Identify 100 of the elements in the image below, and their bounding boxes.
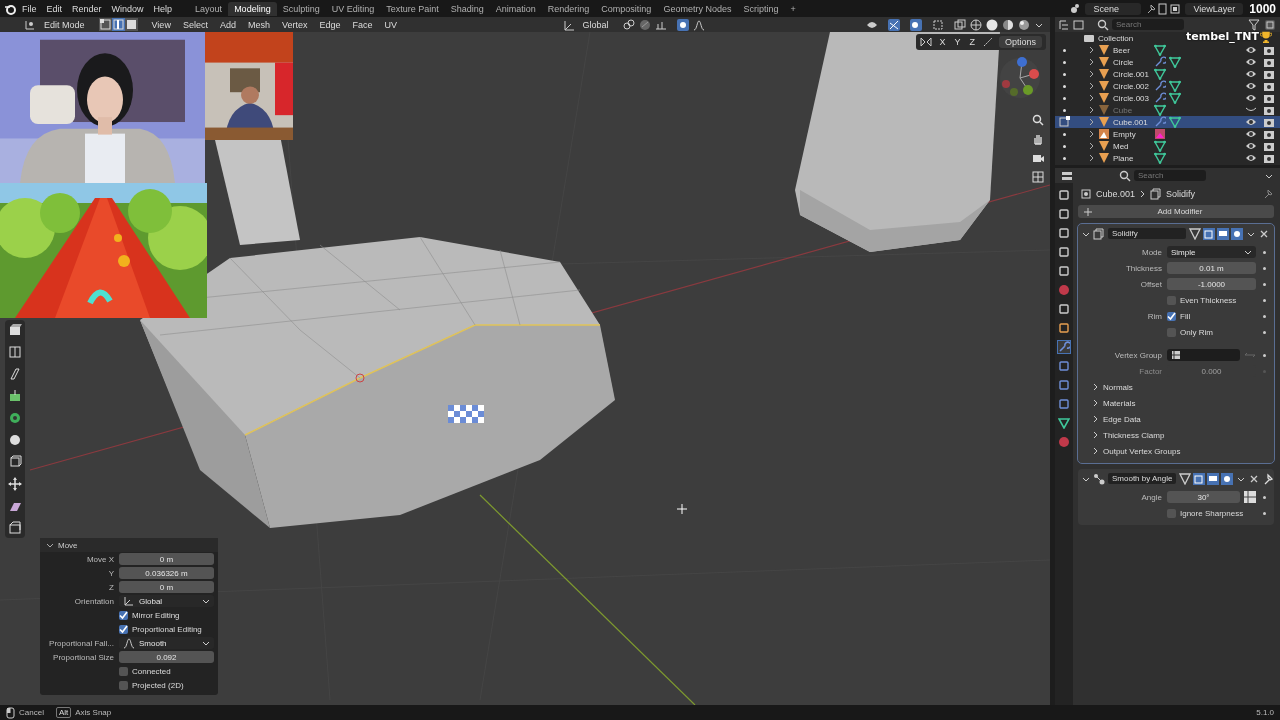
keyframe-dot[interactable]: [1263, 266, 1266, 270]
checkbox[interactable]: [119, 610, 128, 620]
outliner-row[interactable]: Circle.003: [1055, 92, 1280, 104]
mode-dropdown[interactable]: Edit Mode: [40, 19, 89, 30]
camera-render-icon[interactable]: [1263, 104, 1275, 116]
outliner-row[interactable]: Plane: [1055, 152, 1280, 164]
mesh-data-icon[interactable]: [1154, 68, 1166, 80]
collapsed-section[interactable]: Output Vertex Groups: [1082, 443, 1270, 459]
mesh-data-icon[interactable]: [1169, 92, 1181, 104]
grid-icon[interactable]: [1032, 171, 1044, 183]
visibility-dot[interactable]: [1063, 84, 1066, 88]
keyframe-dot[interactable]: [1263, 511, 1266, 515]
wireframe-shading-icon[interactable]: [970, 18, 982, 31]
search-field[interactable]: Search: [1134, 170, 1206, 181]
workspace-tab[interactable]: Layout: [189, 1, 229, 16]
eye-icon[interactable]: [1245, 56, 1257, 68]
camera-icon[interactable]: [1032, 152, 1044, 164]
sphere-icon[interactable]: [8, 433, 22, 447]
loop-cut-icon[interactable]: [8, 345, 22, 359]
object-name[interactable]: Cube.001: [1113, 117, 1151, 127]
workspace-tab[interactable]: Scripting: [737, 1, 785, 16]
visibility-dot[interactable]: [1063, 132, 1066, 136]
add-modifier-button[interactable]: Add Modifier: [1078, 205, 1274, 218]
material-shading-icon[interactable]: [1002, 18, 1014, 31]
visibility-dot[interactable]: [1063, 72, 1066, 76]
search-field[interactable]: Search: [1112, 19, 1184, 30]
close-icon[interactable]: [1259, 228, 1269, 239]
viewport-display-icon[interactable]: [1207, 472, 1220, 485]
menu-item[interactable]: Vertex: [277, 19, 312, 30]
menu-item[interactable]: View: [147, 19, 175, 30]
visibility-dot[interactable]: [1063, 60, 1066, 64]
vertex-group-field[interactable]: [1167, 349, 1240, 361]
new-document-icon[interactable]: [1157, 2, 1170, 15]
edit-mode-toggle-icon[interactable]: [1203, 227, 1215, 240]
outliner-row[interactable]: Beer: [1055, 44, 1280, 56]
hand-icon[interactable]: [1032, 133, 1044, 145]
workspace-tab[interactable]: UV Editing: [325, 1, 381, 16]
editor-type-icon[interactable]: [1061, 169, 1075, 182]
menu-item[interactable]: UV: [380, 19, 401, 30]
camera-render-icon[interactable]: [1263, 68, 1275, 80]
edited-mesh-drawing[interactable]: [140, 236, 615, 528]
object-name[interactable]: Circle.001: [1113, 69, 1151, 79]
mesh-data-icon[interactable]: [1154, 104, 1166, 116]
knife-icon[interactable]: [8, 367, 22, 381]
filter-view-icon[interactable]: [1073, 18, 1085, 31]
checkbox[interactable]: [119, 680, 128, 690]
menu-item[interactable]: Face: [348, 19, 377, 30]
wrench-icon[interactable]: [1154, 80, 1166, 92]
workspace-tab[interactable]: Sculpting: [276, 1, 326, 16]
workspace-tab[interactable]: Shading: [444, 1, 490, 16]
link-icon[interactable]: [622, 18, 635, 31]
keyframe-dot[interactable]: [1263, 250, 1266, 254]
visibility-dot[interactable]: [1063, 48, 1066, 52]
collection-label[interactable]: Collection: [1098, 33, 1136, 43]
edit-mode-icon[interactable]: [1059, 116, 1071, 128]
number-field[interactable]: 0 m: [119, 553, 214, 565]
camera-render-icon[interactable]: [1263, 140, 1275, 152]
wrench-icon[interactable]: [1058, 341, 1070, 353]
collapsed-section[interactable]: Normals: [1082, 379, 1270, 395]
collapsed-section[interactable]: Thickness Clamp: [1082, 427, 1270, 443]
render-toggle-icon[interactable]: [1221, 472, 1234, 485]
scene-field[interactable]: Scene: [1085, 2, 1142, 15]
eye-icon[interactable]: [1245, 80, 1257, 92]
camera-render-icon[interactable]: [1263, 92, 1275, 104]
object-name[interactable]: Plane: [1113, 153, 1151, 163]
edit-cage-icon[interactable]: [1189, 227, 1201, 240]
close-icon[interactable]: [1249, 473, 1260, 484]
mesh-data-icon[interactable]: [1169, 56, 1181, 68]
checkbox[interactable]: [1167, 327, 1176, 337]
object-name[interactable]: Circle.002: [1113, 81, 1151, 91]
wrench-icon[interactable]: [1154, 92, 1166, 104]
visibility-dot[interactable]: [1063, 144, 1066, 148]
move-arrows-icon[interactable]: [8, 477, 22, 491]
keyframe-dot[interactable]: [1263, 298, 1266, 302]
object-name[interactable]: Circle.003: [1113, 93, 1151, 103]
material-icon[interactable]: [1058, 436, 1070, 448]
object-name[interactable]: Beer: [1113, 45, 1151, 55]
vertex-select-button[interactable]: [98, 18, 112, 31]
modifier-name-field[interactable]: Smooth by Angle: [1108, 473, 1177, 484]
mesh-data-icon[interactable]: [1058, 417, 1070, 429]
xray-icon[interactable]: [954, 18, 966, 31]
mesh-data-icon[interactable]: [1169, 80, 1181, 92]
eye-icon[interactable]: [1245, 44, 1257, 56]
menu-item[interactable]: Render: [67, 3, 107, 14]
outliner-row[interactable]: Circle.002: [1055, 80, 1280, 92]
keyframe-dot[interactable]: [1263, 495, 1266, 499]
keyframe-dot[interactable]: [1263, 330, 1266, 334]
breadcrumb-item[interactable]: Solidify: [1166, 189, 1196, 199]
eye-icon[interactable]: [1245, 152, 1257, 164]
transform-pivot-icon[interactable]: [24, 18, 36, 31]
workspace-tab[interactable]: Compositing: [595, 1, 658, 16]
mirror-icon[interactable]: [920, 36, 933, 48]
number-field[interactable]: -1.0000: [1167, 278, 1256, 290]
mesh-data-icon[interactable]: [1154, 140, 1166, 152]
modifier-name-field[interactable]: Solidify: [1108, 228, 1186, 239]
add-workspace-button[interactable]: +: [784, 1, 802, 16]
checkbox[interactable]: [1167, 508, 1176, 518]
eye-icon[interactable]: [1245, 92, 1257, 104]
mesh-data-icon[interactable]: [1169, 116, 1181, 128]
camera-render-icon[interactable]: [1263, 44, 1275, 56]
